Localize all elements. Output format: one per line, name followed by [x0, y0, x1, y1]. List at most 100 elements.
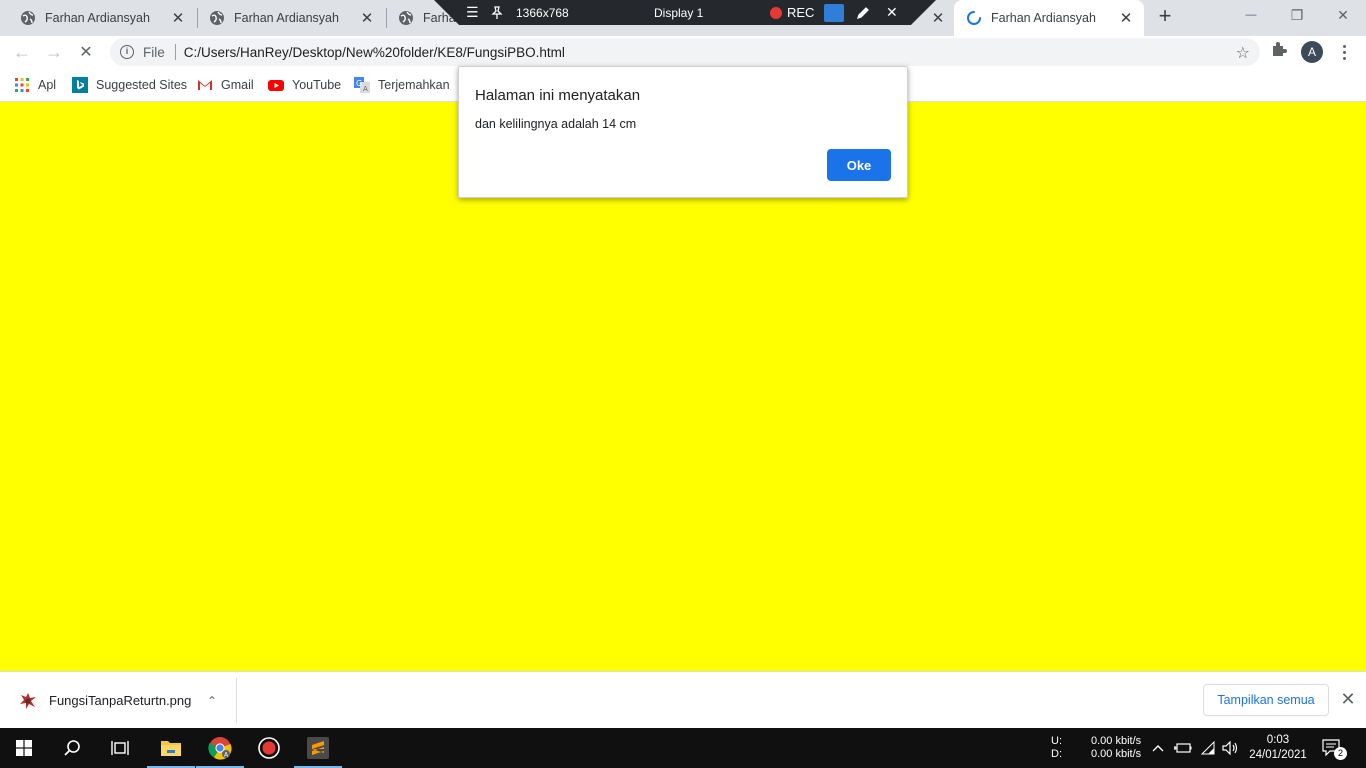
youtube-icon [268, 80, 284, 91]
chevron-up-icon [1152, 745, 1164, 752]
chevron-up-icon[interactable]: ⌃ [202, 694, 222, 708]
wifi-button[interactable] [1200, 728, 1216, 768]
tab-1[interactable]: Farhan Ardiansyah ✕ [0, 0, 196, 36]
wifi-icon [1200, 741, 1215, 755]
download-speed: 0.00 kbit/s [1091, 748, 1142, 760]
bookmark-label: YouTube [292, 78, 342, 92]
show-hidden-icons-button[interactable] [1152, 728, 1164, 768]
url-scheme: File [143, 44, 165, 60]
menu-icon[interactable]: ☰ [466, 0, 479, 25]
ok-button[interactable]: Oke [827, 149, 891, 181]
action-center-button[interactable]: 2 [1322, 728, 1347, 768]
download-file-name: FungsiTanpaReturtn.png [49, 693, 192, 708]
tab-title: Farhan Ardiansyah [45, 11, 150, 25]
close-window-button[interactable]: ✕ [1320, 0, 1366, 30]
svg-text:G: G [356, 79, 362, 88]
upload-label: U: [1051, 735, 1062, 747]
speaker-icon [1222, 741, 1238, 755]
taskbar-recorder[interactable] [245, 728, 293, 768]
download-item[interactable]: FungsiTanpaReturtn.png ⌃ [0, 678, 237, 723]
clock-time: 0:03 [1266, 734, 1290, 746]
svg-text:A: A [363, 85, 368, 93]
search-button[interactable] [48, 728, 96, 768]
url-text[interactable]: C:/Users/HanRey/Desktop/New%20folder/KE8… [184, 45, 565, 60]
restore-button[interactable]: ❐ [1274, 0, 1320, 30]
forward-button[interactable]: → [42, 40, 66, 64]
webcam-icon[interactable] [824, 0, 844, 25]
task-view-button[interactable] [96, 728, 144, 768]
battery-button[interactable] [1174, 728, 1192, 768]
bookmark-label: Gmail [221, 78, 254, 92]
info-icon[interactable]: i [120, 45, 134, 59]
recorder-display[interactable]: Display 1 [654, 0, 703, 25]
sublime-text-icon [307, 737, 329, 759]
bookmark-suggested-sites[interactable]: Suggested Sites [72, 76, 187, 94]
pencil-icon[interactable] [856, 0, 870, 25]
apps-grid-icon [15, 78, 29, 92]
tab-active[interactable]: Farhan Ardiansyah ✕ [954, 0, 1144, 36]
tab-2[interactable]: Farhan Ardiansyah ✕ [189, 0, 385, 36]
translate-icon: GA [354, 77, 370, 93]
chrome-icon: A [208, 737, 232, 760]
tab-close-icon[interactable]: ✕ [170, 10, 186, 27]
folder-icon [161, 741, 181, 756]
profile-avatar[interactable]: A [1301, 41, 1323, 63]
windows-taskbar: A U: D: 0.00 kbit/s 0.00 kbit/s 0:03 24/… [0, 728, 1366, 768]
recorder-toolbar: ☰ 1366x768 Display 1 REC ✕ [434, 0, 936, 25]
recorder-close-icon[interactable]: ✕ [886, 0, 898, 25]
back-button[interactable]: ← [10, 40, 34, 64]
globe-icon [210, 11, 224, 25]
network-speed-values: 0.00 kbit/s 0.00 kbit/s [1091, 728, 1141, 768]
bookmark-gmail[interactable]: Gmail [197, 76, 254, 94]
download-label: D: [1051, 748, 1062, 760]
volume-button[interactable] [1222, 728, 1240, 768]
bookmark-translate[interactable]: GA Terjemahkan [354, 76, 450, 94]
loading-spinner-icon [967, 11, 981, 25]
task-view-icon [111, 741, 129, 755]
new-tab-button[interactable]: + [1154, 5, 1176, 28]
clock[interactable]: 0:03 24/01/2021 [1248, 728, 1308, 768]
tab-close-icon[interactable]: ✕ [359, 10, 375, 27]
bookmark-label: Suggested Sites [96, 78, 188, 92]
minimize-button[interactable]: — [1228, 0, 1274, 30]
taskbar-sublime-text[interactable] [294, 728, 342, 768]
show-all-downloads-button[interactable]: Tampilkan semua [1203, 684, 1329, 716]
tab-close-icon[interactable]: ✕ [1118, 10, 1134, 27]
bookmark-youtube[interactable]: YouTube [268, 76, 341, 94]
gmail-icon [198, 80, 212, 90]
download-shelf: FungsiTanpaReturtn.png ⌃ Tampilkan semua… [0, 671, 1366, 728]
search-icon [64, 740, 80, 756]
windows-logo-icon [16, 740, 32, 756]
upload-speed: 0.00 kbit/s [1091, 735, 1142, 747]
taskbar-file-explorer[interactable] [147, 728, 195, 768]
image-file-icon [20, 692, 36, 709]
close-shelf-icon[interactable]: ✕ [1338, 689, 1358, 709]
address-divider [174, 44, 176, 60]
pin-icon[interactable] [490, 0, 504, 25]
record-app-icon [258, 737, 280, 759]
dialog-message: dan kelilingnya adalah 14 cm [475, 117, 637, 131]
record-dot-icon [770, 6, 782, 19]
bookmark-star-icon[interactable]: ☆ [1236, 43, 1250, 63]
more-menu-icon[interactable] [1336, 41, 1352, 63]
recorder-resolution: 1366x768 [516, 5, 569, 20]
dialog-title: Halaman ini menyatakan [475, 87, 641, 104]
rec-indicator[interactable]: REC [770, 0, 814, 25]
address-bar[interactable]: i File C:/Users/HanRey/Desktop/New%20fol… [110, 38, 1260, 66]
tab-close-icon[interactable]: ✕ [930, 10, 946, 27]
globe-icon [21, 11, 35, 25]
bing-icon [72, 77, 88, 93]
bookmark-apps[interactable]: Apl [14, 76, 56, 94]
rec-label: REC [787, 5, 815, 20]
taskbar-chrome[interactable]: A [196, 728, 244, 768]
battery-plug-icon [1174, 743, 1192, 753]
tab-title: Farhan Ardiansyah [991, 11, 1096, 25]
bookmark-label: Apl [38, 78, 57, 92]
notification-count: 2 [1334, 746, 1347, 760]
stop-loading-button[interactable]: ✕ [74, 40, 98, 64]
start-button[interactable] [0, 728, 48, 768]
clock-date: 24/01/2021 [1249, 749, 1307, 761]
puzzle-extension-icon[interactable] [1270, 40, 1288, 58]
network-speed-labels: U: D: [1051, 728, 1062, 768]
bookmark-label: Terjemahkan [378, 78, 450, 92]
